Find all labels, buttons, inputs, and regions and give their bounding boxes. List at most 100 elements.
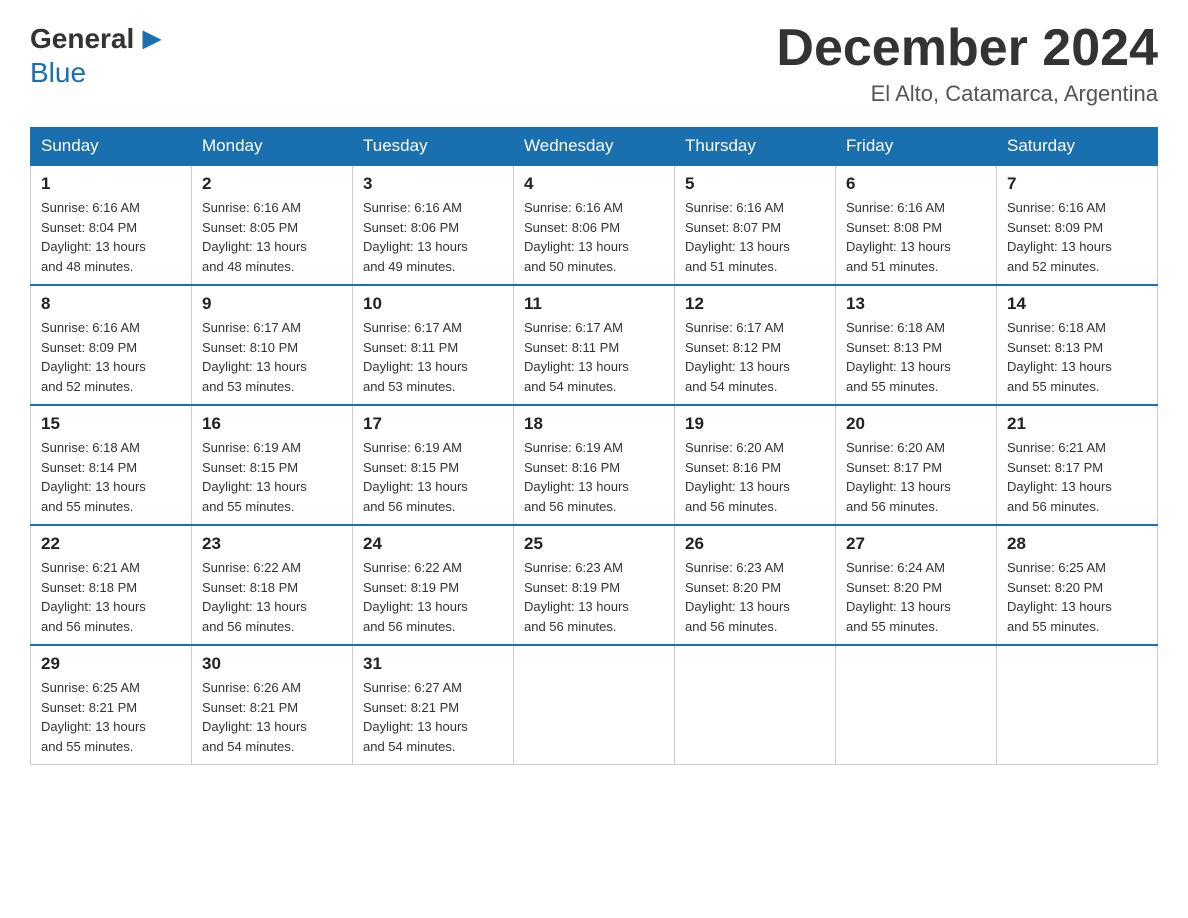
calendar-cell: 23 Sunrise: 6:22 AMSunset: 8:18 PMDaylig… <box>192 525 353 645</box>
day-info: Sunrise: 6:23 AMSunset: 8:20 PMDaylight:… <box>685 558 825 636</box>
day-info: Sunrise: 6:16 AMSunset: 8:06 PMDaylight:… <box>524 198 664 276</box>
calendar-cell: 2 Sunrise: 6:16 AMSunset: 8:05 PMDayligh… <box>192 165 353 285</box>
day-info: Sunrise: 6:17 AMSunset: 8:10 PMDaylight:… <box>202 318 342 396</box>
day-number: 7 <box>1007 174 1147 194</box>
day-number: 23 <box>202 534 342 554</box>
calendar-cell: 8 Sunrise: 6:16 AMSunset: 8:09 PMDayligh… <box>31 285 192 405</box>
calendar-cell: 28 Sunrise: 6:25 AMSunset: 8:20 PMDaylig… <box>997 525 1158 645</box>
day-info: Sunrise: 6:18 AMSunset: 8:13 PMDaylight:… <box>1007 318 1147 396</box>
calendar-cell: 18 Sunrise: 6:19 AMSunset: 8:16 PMDaylig… <box>514 405 675 525</box>
logo-general-text: General <box>30 23 134 55</box>
calendar-cell: 14 Sunrise: 6:18 AMSunset: 8:13 PMDaylig… <box>997 285 1158 405</box>
calendar-cell: 10 Sunrise: 6:17 AMSunset: 8:11 PMDaylig… <box>353 285 514 405</box>
day-number: 13 <box>846 294 986 314</box>
col-header-thursday: Thursday <box>675 128 836 166</box>
day-number: 3 <box>363 174 503 194</box>
calendar-cell <box>997 645 1158 765</box>
location-text: El Alto, Catamarca, Argentina <box>776 81 1158 107</box>
calendar-header-row: SundayMondayTuesdayWednesdayThursdayFrid… <box>31 128 1158 166</box>
day-number: 6 <box>846 174 986 194</box>
calendar-week-row: 22 Sunrise: 6:21 AMSunset: 8:18 PMDaylig… <box>31 525 1158 645</box>
calendar-cell: 27 Sunrise: 6:24 AMSunset: 8:20 PMDaylig… <box>836 525 997 645</box>
day-info: Sunrise: 6:26 AMSunset: 8:21 PMDaylight:… <box>202 678 342 756</box>
calendar-cell: 31 Sunrise: 6:27 AMSunset: 8:21 PMDaylig… <box>353 645 514 765</box>
day-number: 26 <box>685 534 825 554</box>
day-info: Sunrise: 6:17 AMSunset: 8:12 PMDaylight:… <box>685 318 825 396</box>
calendar-cell: 29 Sunrise: 6:25 AMSunset: 8:21 PMDaylig… <box>31 645 192 765</box>
day-number: 31 <box>363 654 503 674</box>
day-info: Sunrise: 6:22 AMSunset: 8:18 PMDaylight:… <box>202 558 342 636</box>
day-info: Sunrise: 6:17 AMSunset: 8:11 PMDaylight:… <box>363 318 503 396</box>
col-header-wednesday: Wednesday <box>514 128 675 166</box>
month-title: December 2024 <box>776 20 1158 77</box>
day-number: 8 <box>41 294 181 314</box>
day-number: 5 <box>685 174 825 194</box>
calendar-cell <box>675 645 836 765</box>
day-info: Sunrise: 6:18 AMSunset: 8:13 PMDaylight:… <box>846 318 986 396</box>
logo: General ► Blue <box>30 20 170 89</box>
day-number: 4 <box>524 174 664 194</box>
day-info: Sunrise: 6:25 AMSunset: 8:21 PMDaylight:… <box>41 678 181 756</box>
calendar-week-row: 29 Sunrise: 6:25 AMSunset: 8:21 PMDaylig… <box>31 645 1158 765</box>
calendar-cell: 9 Sunrise: 6:17 AMSunset: 8:10 PMDayligh… <box>192 285 353 405</box>
calendar-cell: 15 Sunrise: 6:18 AMSunset: 8:14 PMDaylig… <box>31 405 192 525</box>
header-right: December 2024 El Alto, Catamarca, Argent… <box>776 20 1158 107</box>
col-header-saturday: Saturday <box>997 128 1158 166</box>
calendar-cell: 11 Sunrise: 6:17 AMSunset: 8:11 PMDaylig… <box>514 285 675 405</box>
day-info: Sunrise: 6:24 AMSunset: 8:20 PMDaylight:… <box>846 558 986 636</box>
calendar-cell: 1 Sunrise: 6:16 AMSunset: 8:04 PMDayligh… <box>31 165 192 285</box>
day-info: Sunrise: 6:16 AMSunset: 8:05 PMDaylight:… <box>202 198 342 276</box>
day-number: 25 <box>524 534 664 554</box>
day-info: Sunrise: 6:19 AMSunset: 8:16 PMDaylight:… <box>524 438 664 516</box>
calendar-cell: 17 Sunrise: 6:19 AMSunset: 8:15 PMDaylig… <box>353 405 514 525</box>
day-number: 19 <box>685 414 825 434</box>
calendar-cell: 19 Sunrise: 6:20 AMSunset: 8:16 PMDaylig… <box>675 405 836 525</box>
calendar-cell: 16 Sunrise: 6:19 AMSunset: 8:15 PMDaylig… <box>192 405 353 525</box>
day-info: Sunrise: 6:20 AMSunset: 8:16 PMDaylight:… <box>685 438 825 516</box>
col-header-sunday: Sunday <box>31 128 192 166</box>
day-number: 20 <box>846 414 986 434</box>
day-info: Sunrise: 6:18 AMSunset: 8:14 PMDaylight:… <box>41 438 181 516</box>
day-info: Sunrise: 6:16 AMSunset: 8:04 PMDaylight:… <box>41 198 181 276</box>
calendar-table: SundayMondayTuesdayWednesdayThursdayFrid… <box>30 127 1158 765</box>
logo-blue-text: Blue <box>30 57 86 89</box>
calendar-week-row: 8 Sunrise: 6:16 AMSunset: 8:09 PMDayligh… <box>31 285 1158 405</box>
day-number: 29 <box>41 654 181 674</box>
day-number: 16 <box>202 414 342 434</box>
day-number: 18 <box>524 414 664 434</box>
day-info: Sunrise: 6:21 AMSunset: 8:18 PMDaylight:… <box>41 558 181 636</box>
day-info: Sunrise: 6:19 AMSunset: 8:15 PMDaylight:… <box>202 438 342 516</box>
day-number: 24 <box>363 534 503 554</box>
day-info: Sunrise: 6:16 AMSunset: 8:06 PMDaylight:… <box>363 198 503 276</box>
page-header: General ► Blue December 2024 El Alto, Ca… <box>30 20 1158 107</box>
calendar-cell: 26 Sunrise: 6:23 AMSunset: 8:20 PMDaylig… <box>675 525 836 645</box>
calendar-cell: 24 Sunrise: 6:22 AMSunset: 8:19 PMDaylig… <box>353 525 514 645</box>
logo-arrow-icon: ► <box>136 20 168 57</box>
calendar-week-row: 1 Sunrise: 6:16 AMSunset: 8:04 PMDayligh… <box>31 165 1158 285</box>
day-info: Sunrise: 6:23 AMSunset: 8:19 PMDaylight:… <box>524 558 664 636</box>
day-info: Sunrise: 6:16 AMSunset: 8:09 PMDaylight:… <box>1007 198 1147 276</box>
col-header-tuesday: Tuesday <box>353 128 514 166</box>
calendar-week-row: 15 Sunrise: 6:18 AMSunset: 8:14 PMDaylig… <box>31 405 1158 525</box>
day-info: Sunrise: 6:16 AMSunset: 8:07 PMDaylight:… <box>685 198 825 276</box>
day-number: 15 <box>41 414 181 434</box>
calendar-cell: 12 Sunrise: 6:17 AMSunset: 8:12 PMDaylig… <box>675 285 836 405</box>
day-info: Sunrise: 6:17 AMSunset: 8:11 PMDaylight:… <box>524 318 664 396</box>
day-number: 30 <box>202 654 342 674</box>
calendar-cell: 30 Sunrise: 6:26 AMSunset: 8:21 PMDaylig… <box>192 645 353 765</box>
day-number: 2 <box>202 174 342 194</box>
day-info: Sunrise: 6:21 AMSunset: 8:17 PMDaylight:… <box>1007 438 1147 516</box>
day-number: 12 <box>685 294 825 314</box>
calendar-cell: 22 Sunrise: 6:21 AMSunset: 8:18 PMDaylig… <box>31 525 192 645</box>
day-number: 11 <box>524 294 664 314</box>
day-info: Sunrise: 6:16 AMSunset: 8:08 PMDaylight:… <box>846 198 986 276</box>
day-number: 9 <box>202 294 342 314</box>
day-info: Sunrise: 6:20 AMSunset: 8:17 PMDaylight:… <box>846 438 986 516</box>
col-header-monday: Monday <box>192 128 353 166</box>
calendar-cell: 5 Sunrise: 6:16 AMSunset: 8:07 PMDayligh… <box>675 165 836 285</box>
calendar-cell: 6 Sunrise: 6:16 AMSunset: 8:08 PMDayligh… <box>836 165 997 285</box>
calendar-cell: 7 Sunrise: 6:16 AMSunset: 8:09 PMDayligh… <box>997 165 1158 285</box>
calendar-cell <box>836 645 997 765</box>
day-number: 14 <box>1007 294 1147 314</box>
day-number: 17 <box>363 414 503 434</box>
